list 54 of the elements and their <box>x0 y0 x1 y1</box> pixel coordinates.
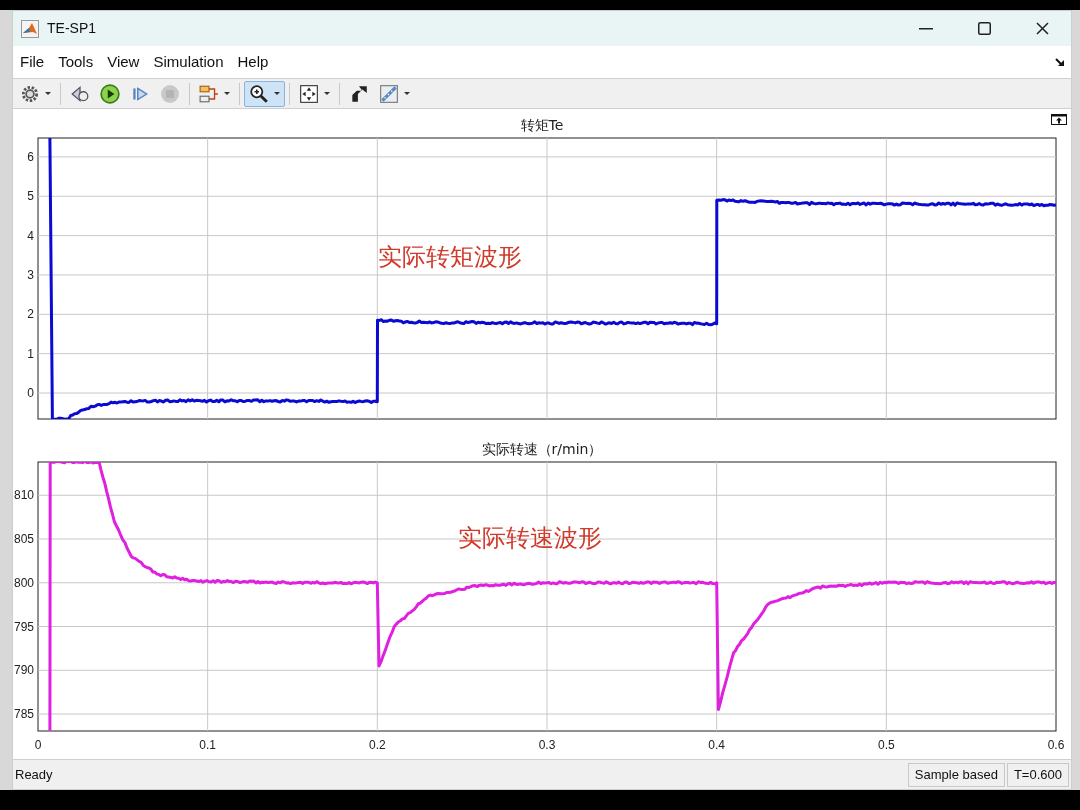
status-field: T=0.600 <box>1006 762 1069 787</box>
x-tick-label: 0.5 <box>878 738 895 752</box>
dock-icon[interactable] <box>1055 57 1065 67</box>
y-tick-label: 785 <box>13 707 34 721</box>
menu-item[interactable]: Help <box>232 50 274 74</box>
status-text: Ready <box>15 765 53 784</box>
x-tick-label: 0.6 <box>1047 738 1065 752</box>
undock-icon[interactable] <box>1051 114 1067 125</box>
menu-item[interactable]: File <box>15 50 50 74</box>
x-tick-label: 0.2 <box>369 738 386 752</box>
stop-icon <box>160 83 180 104</box>
app-icon <box>21 19 39 38</box>
waveform-caption: 实际转矩波形 <box>378 243 523 271</box>
y-tick-label: 790 <box>13 663 34 678</box>
y-tick-label: 2 <box>27 307 34 322</box>
fit-axes-icon <box>299 83 319 104</box>
plot-title: 转矩Te <box>520 117 564 133</box>
status-field: Sample based <box>907 762 1005 787</box>
zoom-button[interactable] <box>244 80 285 107</box>
y-tick-label: 805 <box>13 532 34 546</box>
ruler-icon <box>379 83 399 104</box>
y-tick-label: 6 <box>27 149 34 164</box>
y-tick-label: 3 <box>27 267 34 282</box>
caret-icon <box>45 91 51 96</box>
y-tick-label: 4 <box>27 228 34 243</box>
minimize-icon <box>919 27 933 30</box>
x-tick-label: 0 <box>34 738 42 752</box>
play-icon <box>100 83 120 104</box>
caret-icon <box>274 91 280 96</box>
plot-title: 实际转速（r/min） <box>481 441 603 457</box>
signal-blocks-icon <box>199 83 219 104</box>
highlight-icon <box>349 83 369 104</box>
waveform-caption: 实际转速波形 <box>457 524 602 553</box>
x-tick-label: 0.4 <box>708 738 725 752</box>
y-tick-label: 5 <box>27 189 34 204</box>
step-back-icon <box>70 83 90 104</box>
settings-icon <box>20 83 40 104</box>
y-tick-label: 800 <box>13 575 34 590</box>
maximize-icon <box>977 22 991 35</box>
y-tick-label: 795 <box>13 619 34 634</box>
zoom-icon <box>249 83 269 104</box>
x-tick-label: 0.1 <box>199 738 216 752</box>
close-icon <box>1035 22 1049 35</box>
menu-item[interactable]: View <box>102 50 145 74</box>
caret-icon <box>404 91 410 96</box>
menu-item[interactable]: Tools <box>53 50 99 74</box>
menu-item[interactable]: Simulation <box>148 50 229 74</box>
caret-icon <box>224 91 230 96</box>
y-tick-label: 810 <box>13 488 34 503</box>
y-tick-label: 0 <box>27 386 34 401</box>
caret-icon <box>324 91 330 96</box>
y-tick-label: 1 <box>27 346 34 361</box>
window-title: TE-SP1 <box>47 19 96 38</box>
x-tick-label: 0.3 <box>538 738 556 752</box>
